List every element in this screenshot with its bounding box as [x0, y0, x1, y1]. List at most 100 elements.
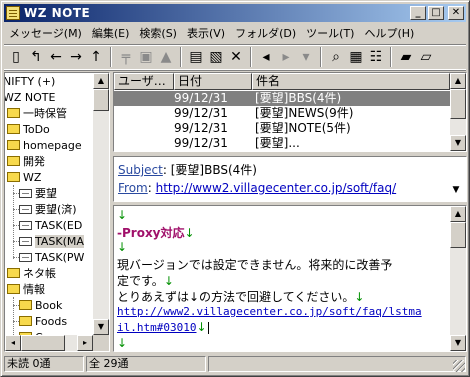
message-row[interactable]: 99/12/31 [要望]NOTE(5件)	[114, 121, 450, 136]
tree-scroll-thumb[interactable]	[93, 89, 109, 111]
message-row[interactable]: 99/12/31 [要望]BBS(4件)	[114, 91, 450, 106]
body-scroll-down-button[interactable]: ▼	[450, 335, 466, 351]
minimize-button[interactable]: _	[410, 6, 426, 20]
folder-tree[interactable]: NIFTY (+) WZ NOTE 一時保管 ToDo homepage 開発 WZ 要望 要望…	[4, 72, 110, 352]
tree-item[interactable]: 要望	[13, 185, 57, 201]
menu-search[interactable]: 検索(S)	[134, 25, 182, 41]
tree-item[interactable]: ToDo	[7, 121, 50, 137]
tools-icon: ▣	[139, 49, 153, 65]
body-line: 定です。↓	[117, 272, 174, 289]
delete-button[interactable]: ✕	[226, 47, 246, 67]
next-icon: ▸	[282, 49, 290, 65]
body-link[interactable]: il.htm#03010	[117, 321, 196, 334]
body-vertical-scrollbar[interactable]: ▲ ▼	[450, 206, 466, 351]
list-scroll-thumb[interactable]	[450, 89, 466, 119]
stamp-button[interactable]: ▲	[156, 47, 176, 67]
tree-item[interactable]: WZ NOTE	[5, 89, 55, 105]
tree-item-label: 情報	[23, 283, 45, 296]
app-icon[interactable]	[6, 6, 20, 20]
list-scroll-up-button[interactable]: ▲	[450, 73, 466, 89]
list-vertical-scrollbar[interactable]: ▲ ▼	[450, 73, 466, 151]
folder-tree-items: NIFTY (+) WZ NOTE 一時保管 ToDo homepage 開発 WZ 要望 要望…	[5, 73, 93, 335]
tree-item-label: 一時保管	[23, 107, 67, 120]
tree-item[interactable]: WZ	[7, 169, 41, 185]
menu-folder[interactable]: フォルダ(D)	[230, 25, 301, 41]
menu-edit[interactable]: 編集(E)	[87, 25, 135, 41]
filter-button[interactable]: ╤	[116, 47, 136, 67]
tree-item-label: Book	[35, 298, 63, 312]
tools-button[interactable]: ▣	[136, 47, 156, 67]
view-button[interactable]: ▦	[346, 47, 366, 67]
tree-hscroll-thumb[interactable]	[21, 335, 65, 351]
column-date[interactable]: 日付	[174, 73, 252, 90]
tree-item[interactable]: ネタ帳	[7, 265, 56, 281]
prev-button[interactable]: ◂	[256, 47, 276, 67]
column-subject[interactable]: 件名	[252, 73, 450, 90]
message-user	[114, 121, 174, 136]
from-link[interactable]: http://www2.villagecenter.co.jp/soft/faq…	[156, 181, 397, 195]
back-button[interactable]: ←	[46, 47, 66, 67]
dropdown-button[interactable]: ▾	[296, 47, 316, 67]
note-button[interactable]: ▤	[186, 47, 206, 67]
body-scroll-thumb[interactable]	[450, 222, 466, 248]
menu-message[interactable]: メッセージ(M)	[4, 25, 87, 41]
list-scroll-down-button[interactable]: ▼	[450, 135, 466, 151]
body-text: とりあえずは↓の方法で回避してください。	[117, 290, 355, 304]
close-button[interactable]: ✕	[448, 6, 464, 20]
message-subject: [要望]NOTE(5件)	[255, 121, 351, 135]
tree-horizontal-scrollbar[interactable]: ◂ ▸	[5, 335, 93, 351]
message-body-text[interactable]: ↓ -Proxy対応↓ ↓ 現バージョンでは設定できません。将来的に改善予 定です。↓ と…	[114, 206, 450, 351]
message-subject: [要望]BBS(4件)	[255, 91, 342, 105]
new-button[interactable]: ▯	[6, 47, 26, 67]
menu-tools[interactable]: ツール(T)	[301, 25, 359, 41]
tree-item[interactable]: TASK(PW	[13, 249, 84, 265]
tree-item[interactable]: 一時保管	[7, 105, 67, 121]
tree-item[interactable]: NIFTY (+)	[5, 73, 55, 89]
body-line: http://www2.villagecenter.co.jp/soft/faq…	[117, 304, 422, 318]
maximize-button[interactable]: □	[428, 6, 444, 20]
forward-icon: →	[70, 49, 82, 65]
tree-item[interactable]: 開発	[7, 153, 45, 169]
forward-button[interactable]: →	[66, 47, 86, 67]
tree-scroll-right-button[interactable]: ▸	[77, 335, 93, 351]
body-scroll-up-button[interactable]: ▲	[450, 206, 466, 222]
tree-item[interactable]: TASK(ED	[13, 217, 82, 233]
note-folder-icon	[19, 188, 32, 198]
folder-settings-button[interactable]: ▱	[416, 47, 436, 67]
message-row[interactable]: 99/12/31 [要望]NEWS(9件)	[114, 106, 450, 121]
menu-view[interactable]: 表示(V)	[182, 25, 230, 41]
tree-vertical-scrollbar[interactable]: ▲ ▼	[93, 73, 109, 351]
tree-item[interactable]: homepage	[7, 137, 82, 153]
menu-help[interactable]: ヘルプ(H)	[359, 25, 419, 41]
next-button[interactable]: ▸	[276, 47, 296, 67]
body-line: 現バージョンでは設定できません。将来的に改善予	[117, 256, 392, 273]
tree-button[interactable]: ☷	[366, 47, 386, 67]
message-body[interactable]: ↓ -Proxy対応↓ ↓ 現バージョンでは設定できません。将来的に改善予 定です。↓ と…	[113, 205, 467, 352]
subject-key[interactable]: Subject	[118, 163, 163, 177]
body-text: 現バージョンでは設定できません。将来的に改善予	[117, 258, 393, 272]
resize-grip[interactable]	[453, 360, 465, 372]
tree-item[interactable]: 情報	[7, 281, 45, 297]
tree-item[interactable]: Book	[13, 297, 63, 313]
open-folder-button[interactable]: ▰	[396, 47, 416, 67]
tree-scroll-left-button[interactable]: ◂	[5, 335, 21, 351]
header-expand-icon[interactable]: ▼	[450, 185, 462, 197]
body-link[interactable]: http://www2.villagecenter.co.jp/soft/faq…	[117, 305, 422, 318]
title-bar[interactable]: WZ NOTE _ □ ✕	[4, 4, 466, 22]
message-list[interactable]: ユーザ… 日付 件名 99/12/31 [要望]BBS(4件) 99/12/31 [要…	[113, 72, 467, 152]
column-user[interactable]: ユーザ…	[114, 73, 174, 90]
message-row[interactable]: 99/12/31 [要望]...	[114, 136, 450, 151]
tree-scroll-up-button[interactable]: ▲	[93, 73, 109, 89]
main-window: WZ NOTE _ □ ✕ メッセージ(M) 編集(E) 検索(S) 表示(V)…	[0, 0, 470, 377]
folder-icon	[19, 300, 32, 310]
properties-button[interactable]: ▧	[206, 47, 226, 67]
tree-scroll-down-button[interactable]: ▼	[93, 319, 109, 335]
tree-item[interactable]: Foods	[13, 313, 67, 329]
reply-button[interactable]: ↰	[26, 47, 46, 67]
tree-item[interactable]: 要望(済)	[13, 201, 77, 217]
message-user	[114, 91, 174, 106]
search-button[interactable]: ⌕	[326, 47, 346, 67]
from-key[interactable]: From	[118, 181, 148, 195]
tree-item[interactable]: TASK(MA	[13, 233, 84, 249]
up-button[interactable]: ↑	[86, 47, 106, 67]
